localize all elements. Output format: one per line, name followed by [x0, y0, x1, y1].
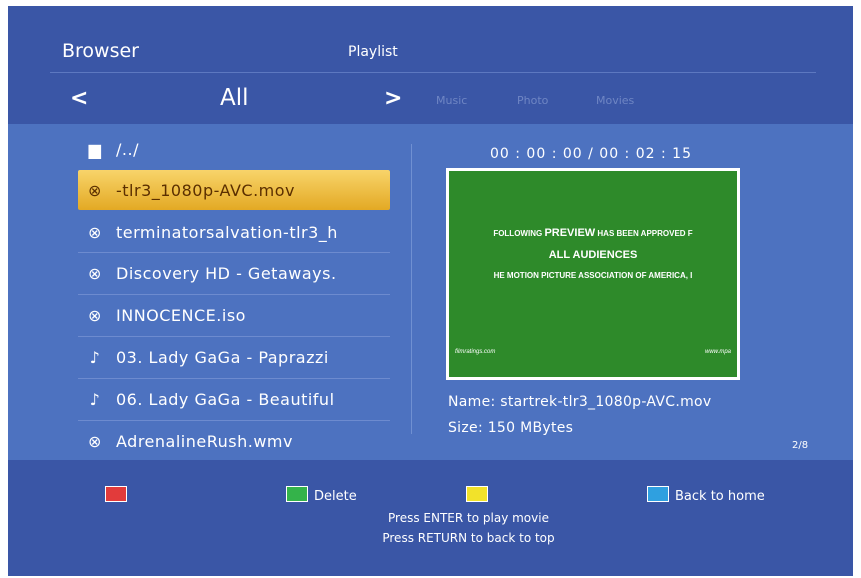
filter-option-photo[interactable]: Photo	[517, 94, 548, 107]
music-note-icon: ♪	[89, 347, 101, 367]
filter-option-music[interactable]: Music	[436, 94, 467, 107]
list-item[interactable]: ⊗ AdrenalineRush.wmv	[78, 421, 390, 461]
prev-filter-icon[interactable]: <	[70, 86, 88, 111]
filter-option-movies[interactable]: Movies	[596, 94, 634, 107]
list-item[interactable]: ⊗ Discovery HD - Getaways.	[78, 253, 390, 293]
folder-icon: ▆	[88, 139, 102, 159]
music-note-icon: ♪	[89, 389, 101, 409]
hint-return: Press RETURN to back to top	[382, 531, 555, 545]
blue-key-icon[interactable]	[647, 486, 669, 502]
media-browser-screen: Browser Playlist < All > Music Photo Mov…	[8, 6, 853, 576]
page-title: Browser	[62, 40, 139, 62]
list-item-label: AdrenalineRush.wmv	[116, 431, 293, 451]
green-key-icon[interactable]	[286, 486, 308, 502]
list-item-label: 03. Lady GaGa - Paprazzi	[116, 347, 329, 367]
disc-icon: ⊗	[88, 263, 102, 283]
next-filter-icon[interactable]: >	[384, 86, 402, 111]
yellow-key-icon[interactable]	[466, 486, 488, 502]
list-item-label: -tlr3_1080p-AVC.mov	[116, 180, 296, 200]
panel-divider	[411, 144, 412, 434]
thumb-line-1: FOLLOWING PREVIEW HAS BEEN APPROVED F	[493, 227, 693, 239]
tab-playlist[interactable]: Playlist	[348, 44, 398, 60]
delete-label: Delete	[314, 489, 357, 504]
preview-image: FOLLOWING PREVIEW HAS BEEN APPROVED F AL…	[449, 171, 737, 377]
browser-panel: ▆ /../ ⊗ -tlr3_1080p-AVC.mov ⊗ terminato…	[8, 124, 853, 460]
red-key-icon[interactable]	[105, 486, 127, 502]
thumb-footer-left: filmratings.com	[455, 349, 496, 355]
list-item-label: terminatorsalvation-tlr3_h	[116, 222, 338, 242]
list-item[interactable]: ⊗ INNOCENCE.iso	[78, 295, 390, 335]
disc-icon: ⊗	[88, 180, 102, 200]
list-item[interactable]: ♪ 06. Lady GaGa - Beautiful	[78, 379, 390, 419]
file-name-info: Name: startrek-tlr3_1080p-AVC.mov	[448, 394, 712, 410]
disc-icon: ⊗	[88, 222, 102, 242]
thumb-line-2: ALL AUDIENCES	[548, 249, 638, 261]
disc-icon: ⊗	[88, 431, 102, 451]
hint-play: Press ENTER to play movie	[388, 511, 549, 525]
file-size-info: Size: 150 MBytes	[448, 420, 574, 436]
list-item-label: INNOCENCE.iso	[116, 305, 246, 325]
current-filter-label: All	[220, 85, 249, 111]
list-item[interactable]: ⊗ terminatorsalvation-tlr3_h	[78, 212, 390, 252]
list-item-label: Discovery HD - Getaways.	[116, 263, 337, 283]
timecode: 00 : 00 : 00 / 00 : 02 : 15	[490, 146, 692, 162]
list-item[interactable]: ♪ 03. Lady GaGa - Paprazzi	[78, 337, 390, 377]
thumb-footer-right: www.mpa	[704, 349, 731, 355]
page-indicator: 2/8	[792, 440, 809, 451]
list-item-parent-folder[interactable]: ▆ /../	[78, 129, 390, 169]
list-item-selected[interactable]: ⊗ -tlr3_1080p-AVC.mov	[78, 170, 390, 210]
thumb-line-3: HE MOTION PICTURE ASSOCIATION OF AMERICA…	[493, 271, 693, 280]
list-item-label: 06. Lady GaGa - Beautiful	[116, 389, 335, 409]
disc-icon: ⊗	[88, 305, 102, 325]
list-item-label: /../	[116, 139, 139, 159]
back-to-home-label: Back to home	[675, 489, 765, 504]
header-divider	[50, 72, 816, 73]
preview-thumbnail: FOLLOWING PREVIEW HAS BEEN APPROVED F AL…	[446, 168, 740, 380]
